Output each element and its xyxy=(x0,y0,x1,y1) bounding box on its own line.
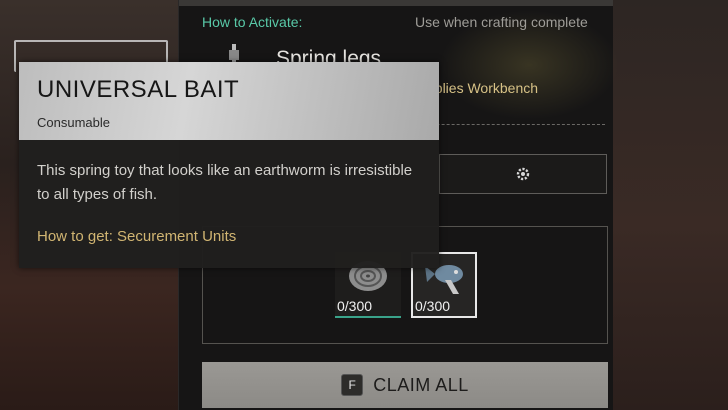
item-tooltip: UNIVERSAL BAIT Consumable This spring to… xyxy=(19,62,439,268)
how-to-activate-label: How to Activate: xyxy=(202,14,303,30)
reward-count: 0/300 xyxy=(337,298,373,314)
tooltip-header: UNIVERSAL BAIT Consumable xyxy=(19,62,439,140)
tooltip-description: This spring toy that looks like an earth… xyxy=(37,162,413,203)
tooltip-item-name: UNIVERSAL BAIT xyxy=(37,76,240,103)
settings-button[interactable] xyxy=(439,154,607,194)
activation-condition: Use when crafting complete xyxy=(415,14,588,30)
key-hint-badge: F xyxy=(341,374,364,396)
background-right xyxy=(612,0,728,410)
panel-top-bar xyxy=(179,0,613,6)
tooltip-item-type: Consumable xyxy=(37,115,110,130)
claim-all-button[interactable]: F CLAIM ALL xyxy=(202,362,608,408)
item-source: pplies Workbench xyxy=(427,80,539,96)
tooltip-how-to-get: How to get: Securement Units xyxy=(37,228,237,245)
claim-all-label: CLAIM ALL xyxy=(373,374,469,395)
reward-count: 0/300 xyxy=(415,298,451,314)
gear-icon xyxy=(516,167,530,181)
